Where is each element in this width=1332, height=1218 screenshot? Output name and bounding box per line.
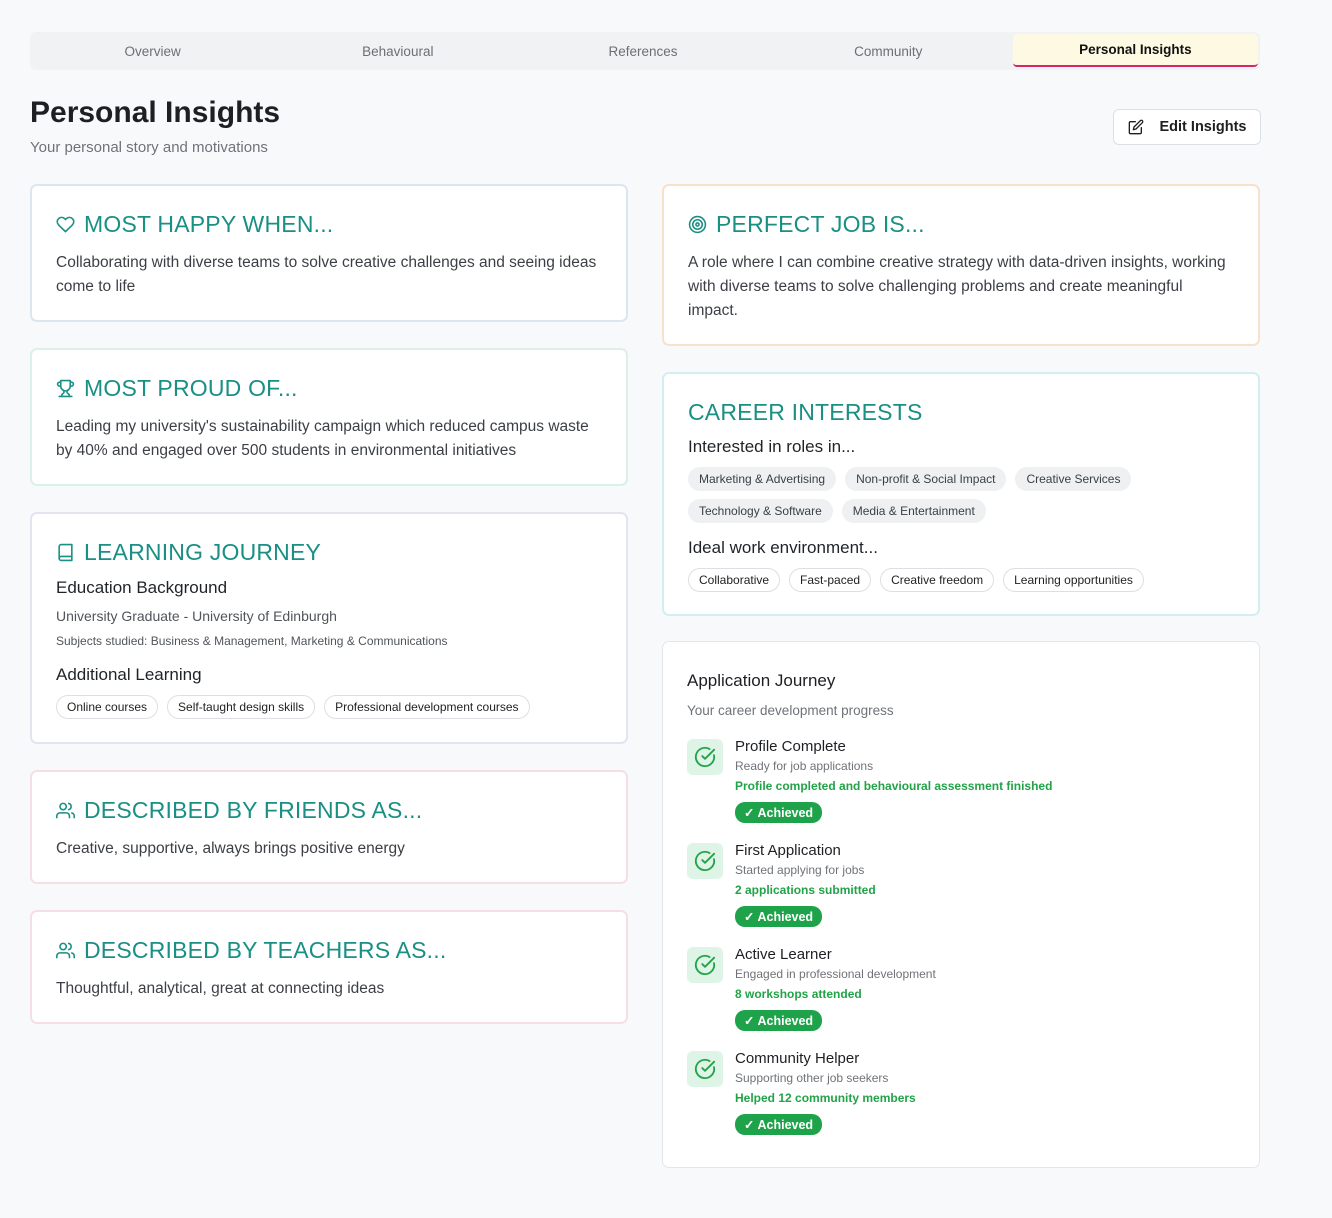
- tab-references[interactable]: References: [520, 32, 765, 70]
- trophy-icon: [56, 379, 75, 397]
- environment-chip: Creative freedom: [880, 568, 995, 592]
- career-interests-card: CAREER INTERESTS Interested in roles in.…: [662, 372, 1260, 616]
- milestone-detail: Profile completed and behavioural assess…: [735, 779, 1053, 793]
- education-background-heading: Education Background: [56, 578, 228, 597]
- teachers-description-card: DESCRIBED BY TEACHERS AS... Thoughtful, …: [30, 910, 628, 1024]
- milestone-item: Profile Complete Ready for job applicati…: [687, 738, 1235, 842]
- perfect-job-title: PERFECT JOB IS...: [716, 210, 925, 237]
- heart-icon: [56, 216, 75, 232]
- milestone-icon-box: [687, 739, 723, 775]
- role-chip: Non-profit & Social Impact: [845, 467, 1007, 491]
- milestone-item: Community Helper Supporting other job se…: [687, 1050, 1235, 1154]
- roles-chips: Marketing & Advertising Non-profit & Soc…: [688, 467, 1234, 523]
- career-interests-heading: CAREER INTERESTS: [688, 398, 1234, 426]
- milestone-icon-box: [687, 843, 723, 879]
- most-happy-title: MOST HAPPY WHEN...: [84, 210, 334, 237]
- learning-chip: Online courses: [56, 695, 159, 719]
- additional-learning-heading: Additional Learning: [56, 665, 202, 684]
- role-chip: Marketing & Advertising: [688, 467, 837, 491]
- most-proud-text: Leading my university's sustainability c…: [56, 418, 589, 459]
- milestone-description: Started applying for jobs: [735, 863, 865, 877]
- additional-learning-chips: Online courses Self-taught design skills…: [56, 695, 602, 719]
- achieved-badge: ✓ Achieved: [735, 1010, 823, 1031]
- roles-heading: Interested in roles in...: [688, 437, 856, 456]
- achieved-badge: ✓ Achieved: [735, 802, 823, 823]
- application-journey-title: Application Journey: [687, 671, 836, 690]
- friends-title: DESCRIBED BY FRIENDS AS...: [84, 796, 423, 823]
- perfect-job-heading: PERFECT JOB IS...: [688, 210, 1234, 238]
- work-environment-heading: Ideal work environment...: [688, 538, 878, 557]
- milestone-list: Profile Complete Ready for job applicati…: [687, 738, 1235, 1154]
- check-circle-icon: [694, 954, 716, 975]
- target-icon: [688, 215, 707, 233]
- learning-chip: Professional development courses: [324, 695, 530, 719]
- environment-chip: Collaborative: [688, 568, 781, 592]
- most-proud-card: MOST PROUD OF... Leading my university's…: [30, 348, 628, 486]
- edit-icon: [1128, 119, 1143, 135]
- users-icon: [56, 942, 75, 958]
- career-interests-title: CAREER INTERESTS: [688, 398, 923, 425]
- milestone-detail: 2 applications submitted: [735, 883, 876, 897]
- tab-community[interactable]: Community: [766, 32, 1011, 70]
- perfect-job-card: PERFECT JOB IS... A role where I can com…: [662, 184, 1260, 346]
- milestone-description: Supporting other job seekers: [735, 1071, 889, 1085]
- milestone-title: Profile Complete: [735, 738, 846, 755]
- most-happy-heading: MOST HAPPY WHEN...: [56, 210, 602, 238]
- check-circle-icon: [694, 850, 716, 871]
- milestone-detail: 8 workshops attended: [735, 987, 862, 1001]
- friends-description-card: DESCRIBED BY FRIENDS AS... Creative, sup…: [30, 770, 628, 884]
- tab-personal-insights[interactable]: Personal Insights: [1012, 34, 1259, 67]
- role-chip: Media & Entertainment: [841, 499, 986, 523]
- milestone-description: Engaged in professional development: [735, 967, 936, 981]
- application-journey-subtitle: Your career development progress: [687, 703, 894, 718]
- role-chip: Technology & Software: [688, 499, 833, 523]
- milestone-item: Active Learner Engaged in professional d…: [687, 946, 1235, 1050]
- teachers-title: DESCRIBED BY TEACHERS AS...: [84, 936, 447, 963]
- role-chip: Creative Services: [1015, 467, 1132, 491]
- most-proud-heading: MOST PROUD OF...: [56, 374, 602, 402]
- tab-overview[interactable]: Overview: [30, 32, 275, 70]
- education-degree: University Graduate - University of Edin…: [56, 608, 337, 624]
- learning-journey-title: LEARNING JOURNEY: [84, 538, 322, 565]
- tab-bar: Overview Behavioural References Communit…: [30, 32, 1260, 70]
- page-title: Personal Insights: [30, 96, 281, 129]
- milestone-icon-box: [687, 947, 723, 983]
- friends-text: Creative, supportive, always brings posi…: [56, 840, 405, 857]
- milestone-detail: Helped 12 community members: [735, 1091, 916, 1105]
- most-happy-text: Collaborating with diverse teams to solv…: [56, 254, 597, 295]
- environment-chip: Learning opportunities: [1003, 568, 1144, 592]
- milestone-description: Ready for job applications: [735, 759, 874, 773]
- learning-journey-card: LEARNING JOURNEY Education Background Un…: [30, 512, 628, 744]
- education-subjects: Subjects studied: Business & Management,…: [56, 634, 448, 648]
- milestone-item: First Application Started applying for j…: [687, 842, 1235, 946]
- most-proud-title: MOST PROUD OF...: [84, 374, 298, 401]
- check-circle-icon: [694, 746, 716, 767]
- achieved-badge: ✓ Achieved: [735, 1114, 823, 1135]
- learning-chip: Self-taught design skills: [167, 695, 316, 719]
- book-icon: [58, 543, 73, 561]
- users-icon: [56, 802, 75, 818]
- milestone-title: Community Helper: [735, 1050, 860, 1067]
- friends-heading: DESCRIBED BY FRIENDS AS...: [56, 796, 602, 824]
- most-happy-card: MOST HAPPY WHEN... Collaborating with di…: [30, 184, 628, 322]
- perfect-job-text: A role where I can combine creative stra…: [688, 254, 1226, 319]
- teachers-text: Thoughtful, analytical, great at connect…: [56, 980, 385, 997]
- work-environment-chips: Collaborative Fast-paced Creative freedo…: [688, 568, 1234, 592]
- teachers-heading: DESCRIBED BY TEACHERS AS...: [56, 936, 602, 964]
- achieved-badge: ✓ Achieved: [735, 906, 823, 927]
- edit-insights-label: Edit Insights: [1159, 119, 1247, 135]
- milestone-title: First Application: [735, 842, 841, 859]
- learning-journey-heading: LEARNING JOURNEY: [56, 538, 602, 566]
- check-circle-icon: [694, 1058, 716, 1079]
- edit-insights-button[interactable]: Edit Insights: [1113, 109, 1261, 145]
- environment-chip: Fast-paced: [789, 568, 872, 592]
- milestone-icon-box: [687, 1051, 723, 1087]
- application-journey-card: Application Journey Your career developm…: [662, 641, 1260, 1168]
- milestone-title: Active Learner: [735, 946, 832, 963]
- tab-behavioural[interactable]: Behavioural: [275, 32, 520, 70]
- page-subtitle: Your personal story and motivations: [30, 139, 268, 156]
